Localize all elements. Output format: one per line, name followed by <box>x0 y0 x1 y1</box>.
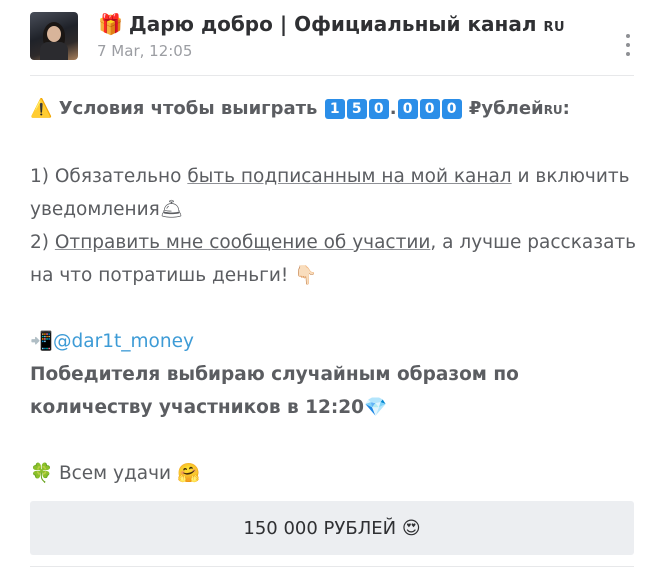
prize-button-label: 150 000 РУБЛЕЙ <box>243 517 397 539</box>
contact-line: 📲@dar1t_money <box>30 325 640 358</box>
headline-colon: : <box>562 98 570 119</box>
diamond-icon: 💎 <box>364 397 388 418</box>
hug-icon: 🤗 <box>176 463 200 484</box>
prize-separator: . <box>389 98 397 119</box>
condition-2-prefix: 2) <box>30 232 55 253</box>
warning-icon: ⚠️ <box>30 98 53 119</box>
currency-suffix: RU <box>543 103 563 117</box>
winner-info: Победителя выбираю случайным образом по … <box>30 358 640 424</box>
mention-link[interactable]: @dar1t_money <box>53 331 194 352</box>
post-headline: ⚠️ Условия чтобы выиграть 150.000 ₽ублей… <box>30 92 640 127</box>
channel-title[interactable]: 🎁 Дарю добро | Официальный канал RU <box>98 12 565 36</box>
prize-digit: 1 <box>324 99 345 119</box>
prize-digit: 0 <box>419 99 440 119</box>
condition-2: 2) Отправить мне сообщение об участии, а… <box>30 226 640 292</box>
header-divider <box>30 75 634 76</box>
winner-text: Победителя выбираю случайным образом по … <box>30 364 519 418</box>
avatar-body <box>40 42 68 60</box>
footer-divider <box>30 566 634 567</box>
channel-title-suffix: RU <box>543 20 566 35</box>
post-header: 🎁 Дарю добро | Официальный канал RU 7 Mar… <box>30 10 640 70</box>
prize-button[interactable]: 150 000 РУБЛЕЙ 😍 <box>30 501 634 555</box>
prize-digit: 0 <box>368 99 389 119</box>
headline-text: Условия чтобы выиграть <box>58 98 318 119</box>
channel-avatar[interactable] <box>30 12 78 60</box>
phone-icon: 📲 <box>30 331 54 352</box>
bell-icon: 🛎 <box>159 199 184 220</box>
prize-digit: 5 <box>346 99 367 119</box>
clover-icon: 🍀 <box>30 463 54 484</box>
subscribe-link[interactable]: быть подписанным на мой канал <box>187 166 511 187</box>
prize-digit: 0 <box>441 99 462 119</box>
heart-eyes-icon: 😍 <box>401 517 421 539</box>
currency-text: ₽ублей <box>468 98 544 119</box>
luck-text: Всем удачи <box>58 463 172 484</box>
channel-name: Дарю добро | Официальный канал <box>128 12 537 36</box>
more-options-icon[interactable] <box>626 34 632 56</box>
send-message-link[interactable]: Отправить мне сообщение об участии <box>55 232 431 253</box>
point-down-icon: 👇🏻 <box>294 265 318 286</box>
post-date: 7 Mar, 12:05 <box>97 42 193 60</box>
condition-1: 1) Обязательно быть подписанным на мой к… <box>30 160 640 226</box>
condition-1-prefix: 1) Обязательно <box>30 166 188 187</box>
post-body: ⚠️ Условия чтобы выиграть 150.000 ₽ублей… <box>30 92 640 490</box>
gift-icon: 🎁 <box>98 12 123 36</box>
luck-line: 🍀 Всем удачи 🤗 <box>30 457 640 490</box>
prize-digit: 0 <box>397 99 418 119</box>
avatar-face <box>47 26 61 42</box>
